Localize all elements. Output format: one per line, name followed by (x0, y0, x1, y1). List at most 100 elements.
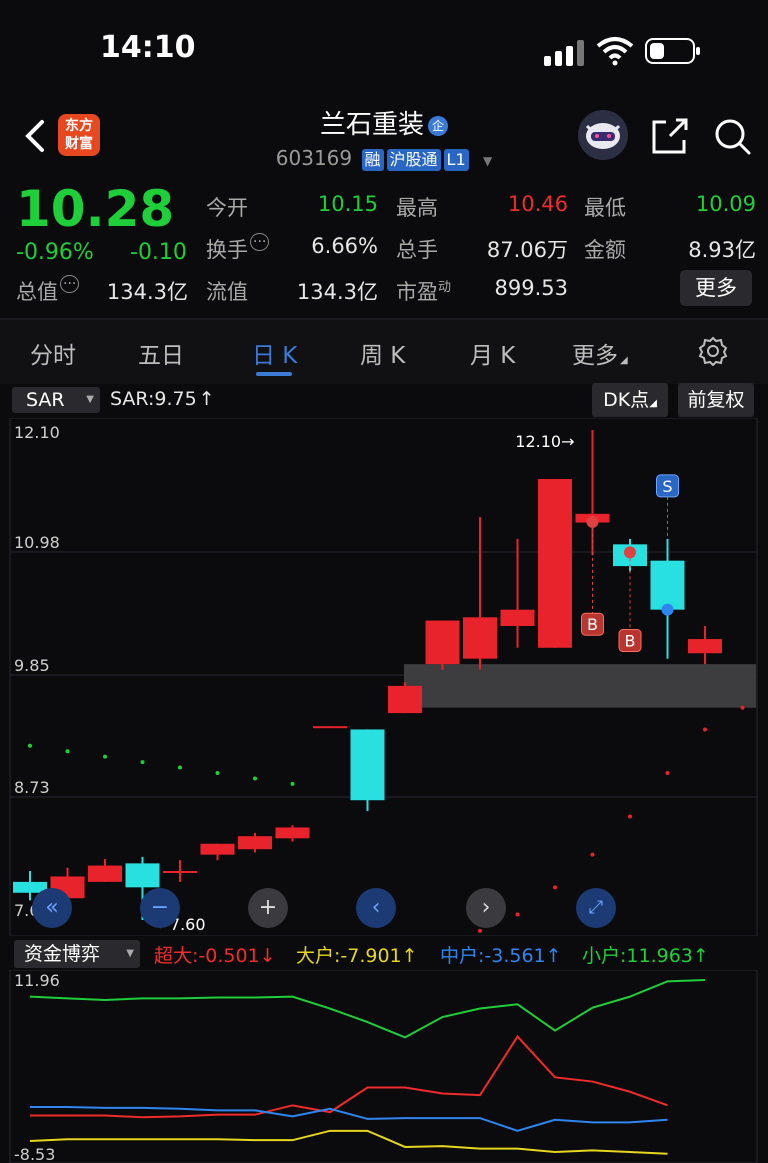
candle-body (238, 836, 272, 850)
pe-label-sup: 动 (438, 280, 452, 295)
max-price-marker: 12.10→ (515, 432, 574, 451)
candle-body (463, 617, 497, 659)
fund-series-line (29, 1129, 668, 1155)
sar-point (553, 885, 557, 890)
fund-medium: 中户:-3.561↑ (440, 941, 562, 968)
fund-large-text: 大户:-7.901 (296, 945, 402, 967)
tab-weekly-k[interactable]: 周 K (360, 336, 405, 370)
forward-adjust-button[interactable]: 前复权 (678, 383, 754, 417)
scroll-left-fast-button[interactable]: « (32, 888, 72, 928)
share-icon[interactable] (650, 116, 690, 156)
fund-large: 大户:-7.901↑ (296, 941, 418, 968)
dk-marker (624, 546, 636, 559)
sar-point (253, 776, 257, 781)
fund-flow-select[interactable]: 资金博弈 ▼ (14, 940, 140, 968)
status-bar: 14:10 (0, 0, 768, 100)
tab-more[interactable]: 更多 ◢ (572, 336, 628, 370)
y-tick-label: 8.73 (14, 778, 50, 797)
chevron-down-icon: ▼ (86, 394, 94, 405)
pe-value: 899.53 (494, 276, 568, 300)
buy-signal-label: B (625, 632, 636, 651)
sar-point (703, 727, 707, 732)
status-time: 14:10 (100, 30, 196, 65)
market-cap-label: 总值 ··· (16, 275, 80, 306)
fund-series-line (30, 1106, 668, 1132)
assistant-avatar-icon[interactable] (578, 110, 628, 160)
sar-point (515, 912, 520, 917)
zoom-out-button[interactable]: − (140, 888, 180, 928)
indicator-select[interactable]: SAR ▼ (12, 387, 100, 413)
arrow-up-icon: ↑ (692, 945, 709, 967)
amount-value: 8.93亿 (688, 238, 756, 262)
y-tick-label: 10.98 (14, 533, 60, 552)
fullscreen-button[interactable]: ⤢ (576, 888, 616, 928)
signal-icon (544, 40, 588, 66)
amount-label: 金额 (584, 238, 626, 262)
volume-label: 总手 (396, 238, 438, 262)
candlestick-chart[interactable]: 12.1010.989.858.737.60BBS12.10→←7.60 (0, 418, 768, 936)
tag-level: L1 (443, 149, 469, 171)
gear-icon[interactable] (698, 336, 728, 366)
sar-point (478, 928, 482, 933)
market-cap-value: 134.3亿 (106, 280, 188, 304)
tab-daily-k[interactable]: 日 K (252, 336, 297, 370)
tag-margin: 融 (361, 149, 384, 171)
y-tick-label: 12.10 (14, 423, 60, 442)
arrow-down-icon: ↓ (259, 945, 276, 967)
zoom-in-button[interactable]: + (248, 888, 288, 928)
sar-point (65, 749, 70, 754)
tab-intraday[interactable]: 分时 (30, 336, 76, 370)
tab-five-day[interactable]: 五日 (138, 336, 184, 370)
candle-body (538, 479, 572, 648)
turnover-value: 6.66% (311, 234, 378, 258)
candle-body (500, 609, 535, 626)
search-icon[interactable] (712, 116, 752, 156)
candle-body (688, 639, 722, 654)
sell-signal-label: S (662, 477, 672, 496)
fund-flow-select-label: 资金博弈 (24, 943, 101, 965)
low-label: 最低 (584, 196, 626, 220)
support-band (404, 664, 756, 708)
dk-marker (586, 515, 599, 528)
scroll-left-button[interactable]: ‹ (356, 888, 396, 928)
dk-points-label: DK点 (603, 389, 650, 411)
turnover-label: 换手 ··· (206, 233, 270, 264)
candle-body (200, 843, 235, 855)
scroll-right-button[interactable]: › (466, 888, 506, 928)
arrow-up-icon: ↑ (545, 945, 562, 967)
change-percent: -0.96% (16, 240, 94, 265)
volume-value: 87.06万 (486, 238, 568, 262)
fund-flow-chart: 11.96 -8.53 (9, 970, 758, 1163)
sar-point (103, 754, 107, 759)
high-label: 最高 (396, 196, 438, 220)
candle-body (425, 620, 460, 665)
fund-small: 小户:11.963↑ (582, 941, 709, 968)
sar-point (628, 814, 632, 819)
info-icon[interactable]: ··· (250, 233, 270, 251)
candle-body (350, 729, 385, 801)
stock-code: 603169 (275, 146, 353, 170)
more-button[interactable]: 更多 (680, 270, 752, 306)
change-amount: -0.10 (130, 240, 187, 265)
corner-arrow-icon: ◢ (649, 398, 657, 409)
battery-icon (645, 38, 700, 64)
pe-label-text: 市盈 (396, 280, 438, 304)
fund-series-line (30, 1034, 668, 1119)
dk-points-button[interactable]: DK点◢ (592, 383, 668, 417)
sar-value-text: SAR:9.75 (110, 388, 197, 410)
turnover-label-text: 换手 (206, 238, 248, 262)
fund-small-text: 小户:11.963 (582, 945, 693, 967)
candle-body (313, 726, 347, 729)
sar-point (215, 771, 220, 775)
low-value: 10.09 (695, 192, 756, 216)
fund-super-large-text: 超大:-0.501 (154, 945, 260, 967)
sar-value: SAR:9.75 ↑ (110, 388, 215, 410)
chevron-down-icon[interactable]: ▼ (483, 154, 492, 168)
y-tick-label: -8.53 (14, 1145, 55, 1163)
current-price: 10.28 (16, 180, 175, 238)
float-cap-value: 134.3亿 (296, 280, 378, 304)
active-tab-indicator (256, 372, 292, 376)
tab-monthly-k[interactable]: 月 K (470, 336, 515, 370)
enterprise-badge: 企 (428, 115, 448, 136)
info-icon[interactable]: ··· (60, 275, 80, 293)
